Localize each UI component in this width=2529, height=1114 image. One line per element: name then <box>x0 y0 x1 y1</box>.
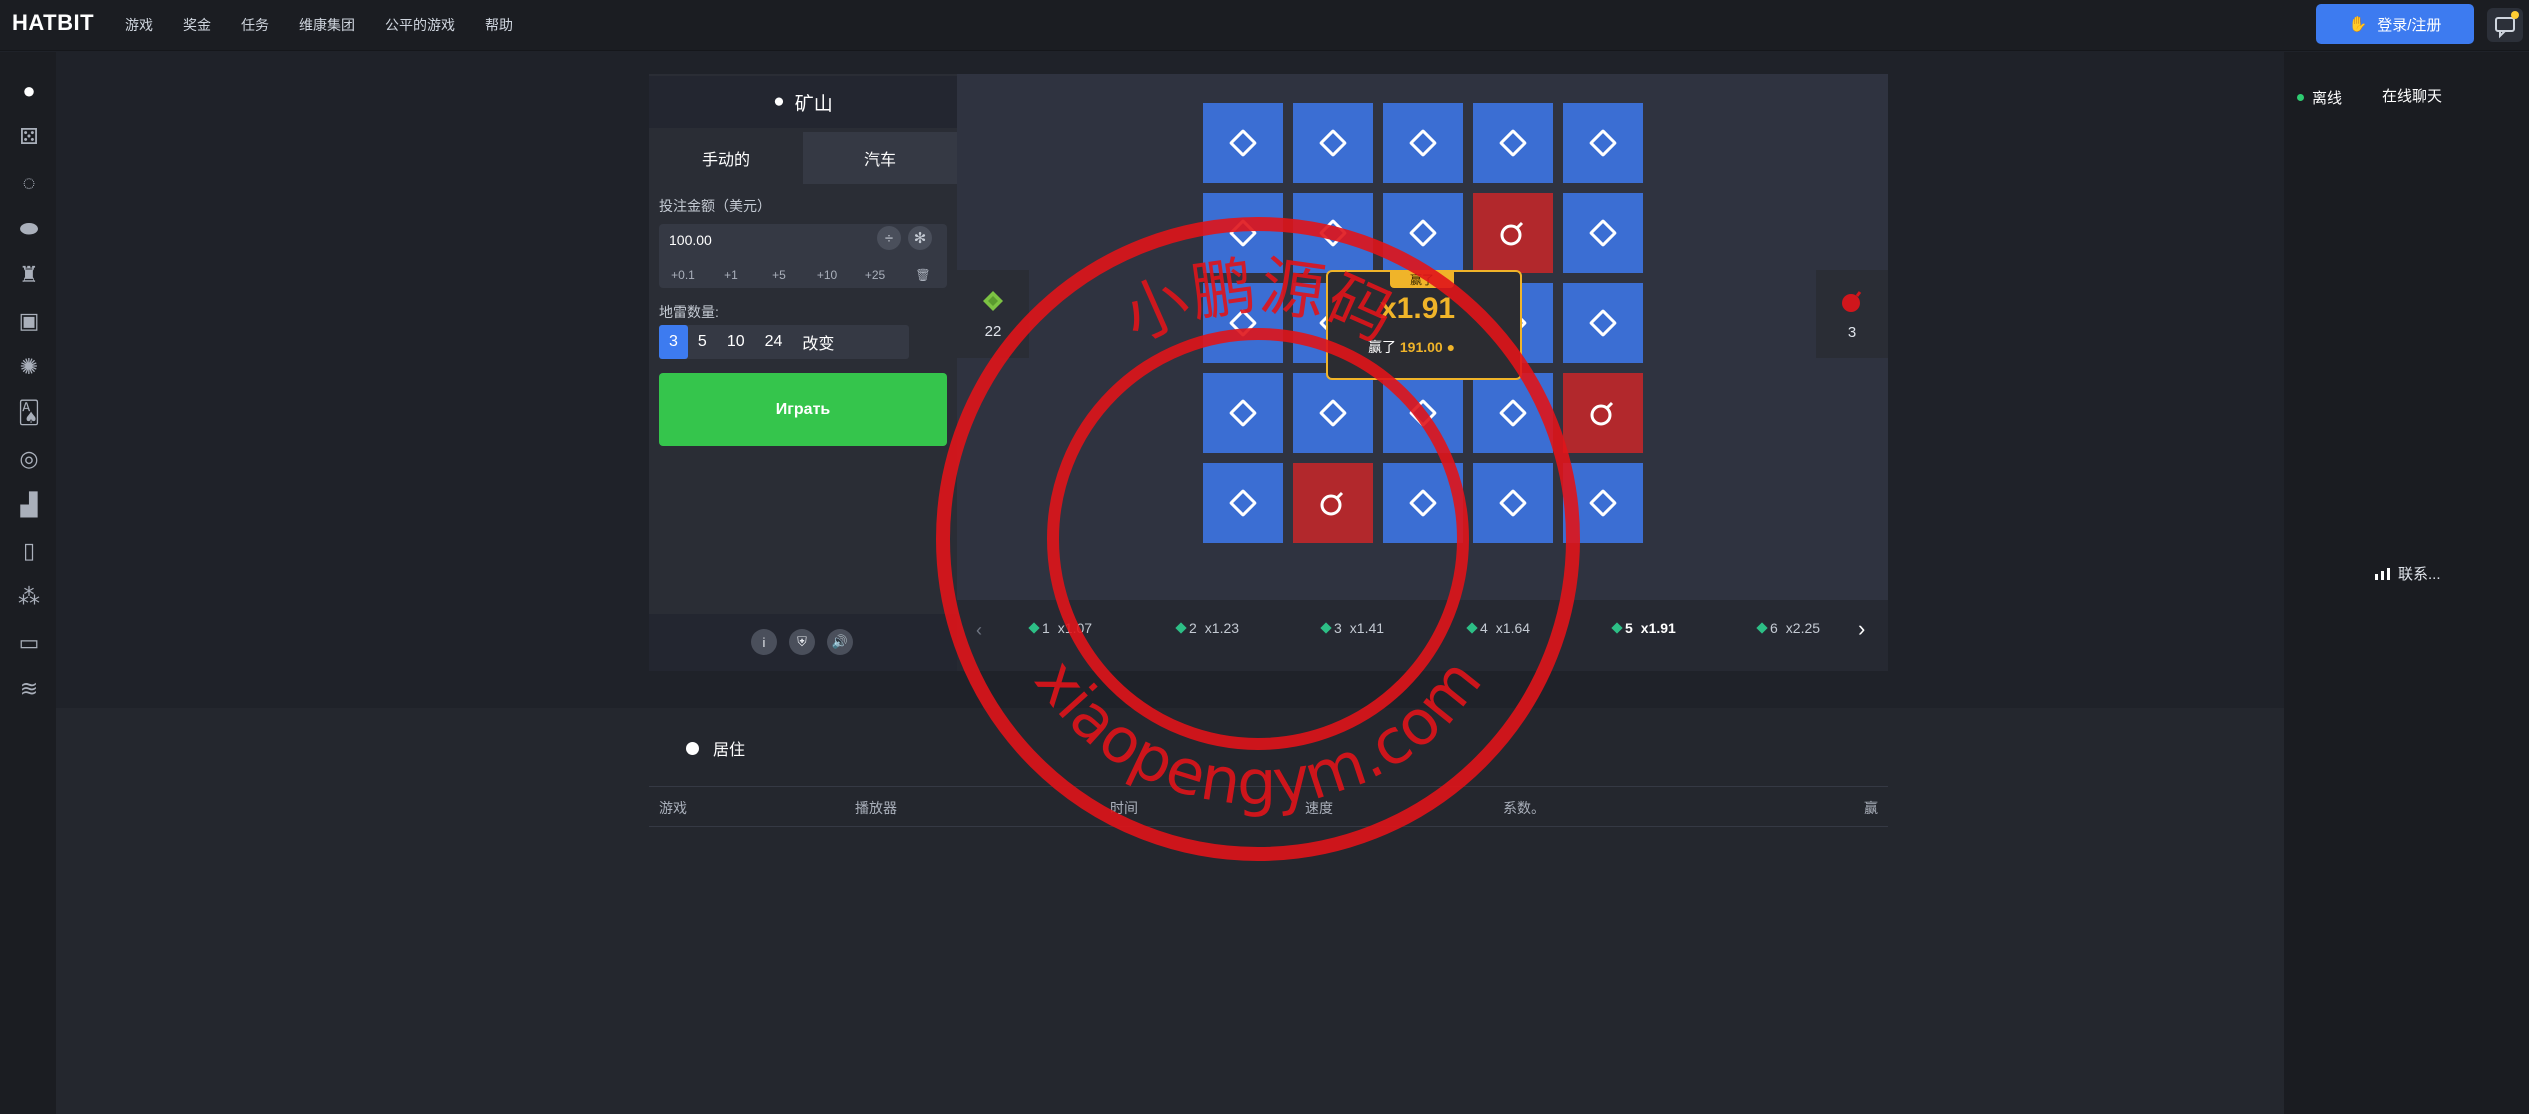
next-arrow-icon[interactable]: › <box>1858 616 1865 642</box>
multiplier-step: 6 x2.25 <box>1756 620 1821 636</box>
diamond-icon <box>1588 308 1618 338</box>
chat-connecting: 联系... <box>2375 563 2441 584</box>
nav-bonus[interactable]: 奖金 <box>183 15 211 35</box>
login-register-button[interactable]: ✋ 登录/注册 <box>2316 4 2474 44</box>
multiplier-step: 5 x1.91 <box>1611 620 1676 636</box>
mines-option-change[interactable]: 改变 <box>792 325 844 359</box>
diamond-icon <box>1408 128 1438 158</box>
mines-option-3[interactable]: 3 <box>659 325 688 359</box>
cards-icon[interactable]: 🂡 <box>14 398 44 428</box>
keno-icon[interactable]: ▣ <box>14 306 44 336</box>
messages-button[interactable] <box>2487 8 2523 42</box>
quick-bet-1[interactable]: +1 <box>707 268 755 282</box>
multiplier-step-number: 5 <box>1625 620 1633 636</box>
hand-icon: ✋ <box>2348 16 2368 33</box>
shield-icon[interactable]: ⛨ <box>789 629 815 655</box>
mines-option-10[interactable]: 10 <box>717 325 755 359</box>
mines-count: 3 <box>1847 323 1857 341</box>
diamond-icon <box>1228 128 1258 158</box>
bet-amount-input[interactable]: 100.00 <box>669 232 712 248</box>
login-label: 登录/注册 <box>2377 16 2442 34</box>
gem-icon <box>1611 622 1623 634</box>
multiplier-step-number: 6 <box>1770 620 1778 636</box>
diamond-icon <box>1588 128 1618 158</box>
nav-group[interactable]: 维康集团 <box>299 15 355 35</box>
nav-help[interactable]: 帮助 <box>485 15 513 35</box>
mines-selector: 3 5 10 24 改变 <box>659 325 909 359</box>
brand-logo[interactable]: HATBIT <box>12 10 94 36</box>
mines-option-24[interactable]: 24 <box>755 325 793 359</box>
tab-auto[interactable]: 汽车 <box>803 132 957 184</box>
diamond-icon <box>1318 128 1348 158</box>
mode-tabs: 手动的 汽车 <box>649 132 957 184</box>
chat-connecting-label: 联系... <box>2398 566 2441 583</box>
signal-icon <box>2375 567 2390 580</box>
mines-option-5[interactable]: 5 <box>688 325 717 359</box>
info-icon[interactable]: i <box>751 629 777 655</box>
diamond-icon <box>1588 488 1618 518</box>
multiplier-value: x2.25 <box>1785 620 1821 636</box>
mines-count-label: 地雷数量: <box>659 304 719 320</box>
coin-icon[interactable]: ⬬ <box>14 214 44 244</box>
live-dot <box>686 741 699 755</box>
status-dot <box>2297 94 2304 101</box>
gem-tile[interactable] <box>1473 103 1553 183</box>
bet-amount-label: 投注金额（美元） <box>659 198 771 214</box>
game-title-bar: ● 矿山 <box>649 76 957 128</box>
nav-games[interactable]: 游戏 <box>125 15 153 35</box>
gem-tile[interactable] <box>1293 103 1373 183</box>
bomb-icon <box>1842 290 1862 312</box>
chat-status: 离线 <box>2297 87 2342 108</box>
history-title: 居住 <box>713 742 746 759</box>
gem-tile[interactable] <box>1203 103 1283 183</box>
dice-icon[interactable]: ⚄ <box>14 122 44 152</box>
chat-title[interactable]: 在线聊天 <box>2382 85 2442 106</box>
game-title: 矿山 <box>794 93 833 115</box>
watermark-stamp: 小鹏源码 xiaopengym.com <box>936 217 1580 861</box>
col-player: 播放器 <box>855 800 897 816</box>
watermark-top-text: 小鹏源码 <box>1112 249 1404 356</box>
stack-icon[interactable]: ≋ <box>14 674 44 704</box>
gem-tile[interactable] <box>1383 103 1463 183</box>
bomb-icon: ● <box>773 91 785 112</box>
half-bet-button[interactable]: ÷ <box>877 226 901 250</box>
nav-fair-game[interactable]: 公平的游戏 <box>385 15 455 35</box>
bomb-icon[interactable]: ● <box>14 76 44 106</box>
diamond-icon <box>1498 128 1528 158</box>
quick-bet-10[interactable]: +10 <box>803 268 851 282</box>
case-icon[interactable]: ▭ <box>14 628 44 658</box>
col-win: 赢 <box>1864 800 1878 816</box>
quick-bet-25[interactable]: +25 <box>851 268 899 282</box>
hilo-icon[interactable]: ▯ <box>14 536 44 566</box>
tab-manual[interactable]: 手动的 <box>649 132 803 184</box>
nav-tasks[interactable]: 任务 <box>241 15 269 35</box>
diamond-icon <box>1588 218 1618 248</box>
watermark-bottom-text: xiaopengym.com <box>1021 645 1496 819</box>
plinko-icon[interactable]: ⁂ <box>14 582 44 612</box>
game-sidebar: ● ⚄ ◌ ⬬ ♜ ▣ ✺ 🂡 ◎ ▟ ▯ ⁂ ▭ ≋ <box>0 52 56 1114</box>
gem-icon <box>1756 622 1768 634</box>
bomb-icon <box>1590 401 1614 426</box>
chat-status-label: 离线 <box>2312 90 2343 107</box>
crash-icon[interactable]: ◌ <box>14 168 44 198</box>
quick-bet-row: +0.1 +1 +5 +10 +25 🗑 <box>659 262 947 288</box>
mines-counter: 3 <box>1816 270 1888 358</box>
col-game: 游戏 <box>659 800 687 816</box>
roulette-icon[interactable]: ◎ <box>14 444 44 474</box>
wheel-icon[interactable]: ✺ <box>14 352 44 382</box>
notification-dot <box>2511 11 2519 19</box>
main-nav: 游戏 奖金 任务 维康集团 公平的游戏 帮助 <box>125 0 513 50</box>
sound-icon[interactable]: 🔊 <box>827 629 853 655</box>
chart-icon[interactable]: ▟ <box>14 490 44 520</box>
quick-bet-5[interactable]: +5 <box>755 268 803 282</box>
quick-bet-0.1[interactable]: +0.1 <box>659 268 707 282</box>
gem-tile[interactable] <box>1563 103 1643 183</box>
double-bet-button[interactable]: ✻ <box>908 226 932 250</box>
multiplier-value: x1.91 <box>1640 620 1676 636</box>
history-tab-live[interactable]: 居住 <box>686 736 745 760</box>
tower-icon[interactable]: ♜ <box>14 260 44 290</box>
play-button[interactable]: Играть <box>659 373 947 446</box>
